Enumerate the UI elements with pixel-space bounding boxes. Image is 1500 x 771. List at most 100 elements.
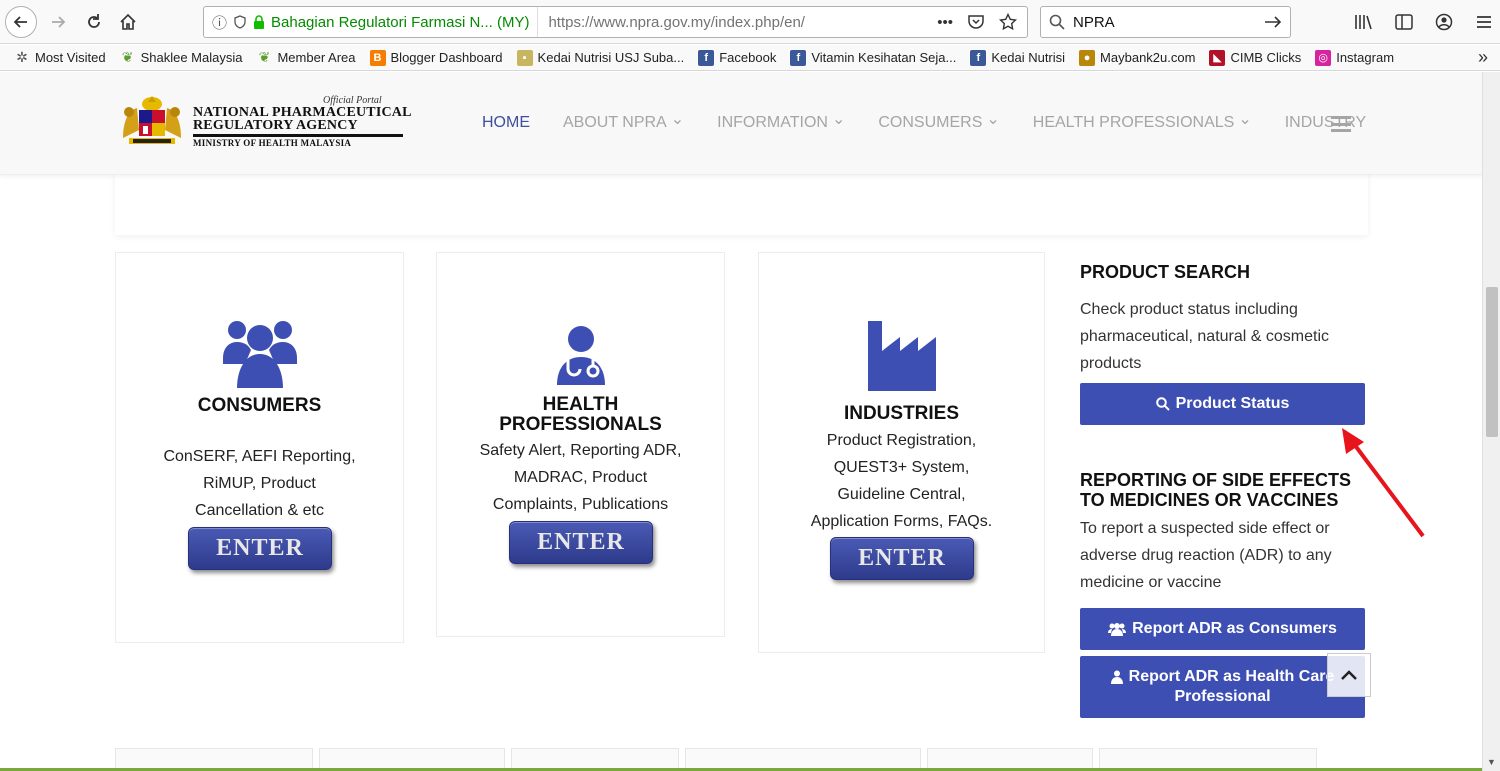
tracking-shield-icon[interactable] [233,15,247,29]
chevron-up-icon [1341,670,1357,680]
bookmark-item[interactable]: ▪ Kedai Nutrisi USJ Suba... [516,49,685,66]
forward-button[interactable] [42,6,74,38]
industries-card: INDUSTRIES Product Registration, QUEST3+… [758,252,1045,653]
menu-item-label: HEALTH PROFESSIONALS [1032,114,1235,131]
site-identity-label: Bahagian Regulatori Farmasi N... (MY) [271,13,530,31]
health-desc-line: Safety Alert, Reporting ADR, [479,442,682,459]
site-identity[interactable]: ⓘ Bahagian Regulatori Farmasi N... (MY) [204,7,539,37]
menu-item-label: CONSUMERS [878,114,983,131]
report-adr-hcp-label: Professional [1174,688,1271,705]
users-icon [116,318,403,388]
logo-line-1: NATIONAL PHARMACEUTICAL [193,104,412,120]
report-adr-hcp-label: Report ADR as Health Care [1128,668,1335,685]
bookmark-item[interactable]: f Vitamin Kesihatan Seja... [790,49,957,66]
search-icon [1155,397,1170,411]
site-header: Official Portal NATIONAL PHARMACEUTICAL … [0,72,1482,175]
home-button[interactable] [112,6,144,38]
bookmark-item[interactable]: ✲ Most Visited [14,49,106,66]
menu-item-health-professionals[interactable]: HEALTH PROFESSIONALS ⌄ [1032,112,1252,132]
bookmark-label: CIMB Clicks [1230,50,1302,65]
bookmark-item[interactable]: ❦ Member Area [256,49,356,66]
red-pointer-arrow-icon [1342,428,1425,538]
health-title-line: HEALTH [542,394,619,415]
bookmark-label: Kedai Nutrisi USJ Suba... [537,50,685,65]
health-desc-line: MADRAC, Product [513,469,648,486]
report-adr-hcp-button[interactable]: Report ADR as Health Care Professional [1080,656,1365,718]
info-icon[interactable]: ⓘ [212,12,227,33]
menu-item-consumers[interactable]: CONSUMERS ⌄ [878,111,1000,132]
industries-desc-line: Guideline Central, [837,486,966,503]
hamburger-menu-icon[interactable] [1472,8,1496,36]
report-adr-consumers-label: Report ADR as Consumers [1132,620,1337,637]
reload-button[interactable] [78,6,110,38]
account-icon[interactable] [1432,8,1456,36]
back-to-top-button[interactable] [1327,653,1371,697]
health-desc-line: Complaints, Publications [492,496,669,513]
factory-icon [759,321,1044,391]
bookmark-item[interactable]: B Blogger Dashboard [369,49,503,66]
consumers-title: CONSUMERS [197,395,322,416]
scrollbar-thumb[interactable] [1486,287,1498,437]
bookmark-item[interactable]: f Kedai Nutrisi [970,49,1066,66]
back-button[interactable] [5,6,37,38]
site-icon: ▪ [516,49,533,66]
bookmark-item[interactable]: ● Maybank2u.com [1079,49,1196,66]
go-arrow-icon[interactable] [1264,15,1282,29]
search-icon [1049,14,1065,30]
doctor-icon [1110,670,1123,684]
bookmark-item[interactable]: f Facebook [698,49,776,66]
menu-item-information[interactable]: INFORMATION ⌄ [717,112,845,132]
pocket-icon[interactable] [967,14,985,30]
bookmark-label: Kedai Nutrisi [991,50,1066,65]
menu-item-label: INDUSTRY [1284,114,1367,131]
url-text[interactable]: https://www.npra.gov.my/index.php/en/ [538,14,937,31]
health-enter-button[interactable]: ENTER [509,521,653,564]
page-scrollbar[interactable]: ▼ [1482,72,1500,771]
bookmark-label: Vitamin Kesihatan Seja... [811,50,957,65]
menu-item-about-npra[interactable]: ABOUT NPRA ⌄ [563,111,685,132]
bookmark-label: Shaklee Malaysia [140,50,243,65]
bookmark-star-icon[interactable] [999,13,1017,31]
official-portal-label: Official Portal [323,94,382,106]
industries-enter-button[interactable]: ENTER [830,537,974,580]
chevron-down-icon: ⌄ [986,111,1000,128]
product-status-button[interactable]: Product Status [1080,383,1365,425]
search-bar[interactable]: NPRA [1040,6,1291,38]
bookmark-label: Maybank2u.com [1100,50,1196,65]
bookmark-item[interactable]: ◎ Instagram [1315,49,1395,66]
leaf-icon: ❦ [121,49,134,65]
bookmarks-toolbar: ✲ Most Visited ❦ Shaklee Malaysia ❦ Member Ar… [0,45,1500,71]
facebook-icon: f [970,49,987,66]
logo-line-2: REGULATORY AGENCY [193,117,358,133]
library-icon[interactable] [1352,8,1376,36]
url-bar[interactable]: ⓘ Bahagian Regulatori Farmasi N... (MY) … [203,6,1028,38]
menu-item-label: ABOUT NPRA [563,114,667,131]
product-search-title: PRODUCT SEARCH [1080,262,1251,282]
report-adr-consumers-button[interactable]: Report ADR as Consumers [1080,608,1365,650]
bookmarks-overflow-icon[interactable]: » [1478,47,1488,68]
bookmark-label: Member Area [277,50,356,65]
product-search-text: pharmaceutical, natural & cosmetic [1080,328,1329,345]
reload-icon [88,14,100,28]
gear-icon: ✲ [16,49,28,65]
chevron-down-icon: ⌄ [670,111,685,128]
bookmark-item[interactable]: ❦ Shaklee Malaysia [120,49,243,66]
consumers-enter-button[interactable]: ENTER [188,527,332,570]
leaf-icon: ❦ [258,49,271,65]
search-input[interactable]: NPRA [1073,14,1256,31]
page-actions-icon[interactable]: ••• [937,14,953,31]
instagram-icon: ◎ [1315,49,1332,66]
menu-item-home[interactable]: HOME [482,114,530,132]
malaysia-crest-icon [123,96,181,144]
scroll-down-icon[interactable]: ▼ [1487,757,1496,767]
product-search-text: products [1080,355,1142,372]
npra-logo[interactable]: Official Portal NATIONAL PHARMACEUTICAL … [115,92,412,150]
consumers-desc-line: RiMUP, Product [203,475,316,492]
site-menu-icon[interactable] [1331,116,1351,132]
menu-item-industry[interactable]: INDUSTRY [1285,114,1367,132]
bookmark-item[interactable]: ◣ CIMB Clicks [1209,49,1302,66]
reporting-title-line: REPORTING OF SIDE EFFECTS [1080,470,1352,490]
sidebar-toggle-icon[interactable] [1392,8,1416,36]
bookmark-label: Most Visited [35,50,106,65]
bookmark-label: Instagram [1336,50,1395,65]
